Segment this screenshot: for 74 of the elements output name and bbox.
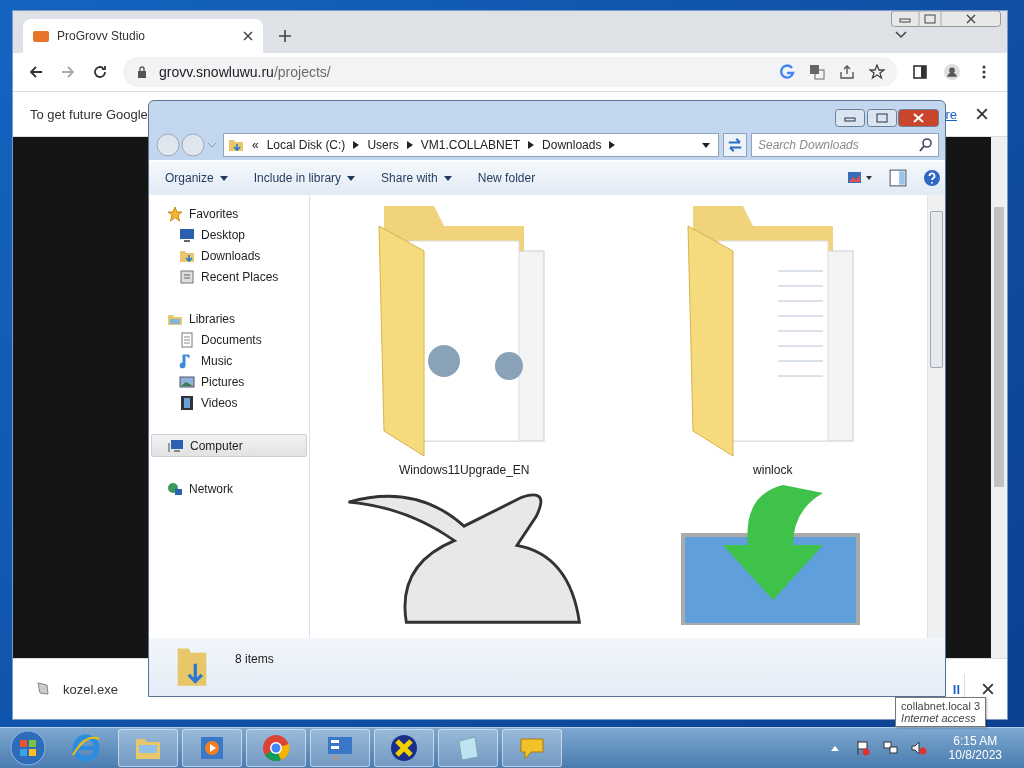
nav-item[interactable]: Libraries <box>151 308 309 329</box>
desktop-icon <box>179 226 195 243</box>
nav-item[interactable]: Recent Places <box>151 266 309 287</box>
view-options-icon[interactable] <box>847 170 873 186</box>
network-icon <box>167 480 183 497</box>
download-file-name[interactable]: kozel.exe <box>63 681 118 697</box>
close-icon[interactable] <box>243 31 253 41</box>
film-icon <box>179 394 195 411</box>
search-field[interactable]: Search Downloads <box>751 133 939 157</box>
speaker-muted-icon[interactable] <box>910 740 927 756</box>
info-link[interactable]: re <box>945 106 957 122</box>
control-panel-icon[interactable] <box>310 729 370 767</box>
nav-item[interactable]: Computer <box>151 434 307 457</box>
media-player-icon[interactable] <box>182 729 242 767</box>
search-icon <box>918 137 934 153</box>
picture-icon <box>179 373 195 390</box>
caret-icon <box>347 176 356 182</box>
toolbar-button[interactable]: New folder <box>471 167 542 189</box>
flag-icon[interactable] <box>854 740 871 756</box>
toolbar-button[interactable]: Share with <box>375 167 458 189</box>
x-icon[interactable] <box>374 729 434 767</box>
lock-icon <box>137 66 147 78</box>
window-controls[interactable] <box>835 109 939 127</box>
breadcrumb[interactable]: « <box>252 138 259 152</box>
toolbar-button[interactable]: Organize <box>159 167 234 189</box>
browser-tab[interactable]: ProGrovv Studio <box>23 19 263 53</box>
chrome-icon[interactable] <box>246 729 306 767</box>
folder-icon <box>228 137 244 153</box>
recent-places-icon <box>179 268 195 285</box>
breadcrumb[interactable]: VM1.COLLABNET <box>420 138 521 152</box>
file-name[interactable]: Windows11Upgrade_EN <box>399 463 530 477</box>
scrollbar[interactable] <box>927 195 945 638</box>
nav-item[interactable]: Videos <box>151 392 309 413</box>
address-bar[interactable]: « Local Disk (C:) Users VM1.COLLABNET Downloads <box>223 133 719 157</box>
nav-item[interactable]: Pictures <box>151 371 309 392</box>
breadcrumb-arrow-icon[interactable] <box>609 141 616 149</box>
file-icon <box>35 681 51 697</box>
preview-pane-icon[interactable] <box>889 169 907 187</box>
nav-item[interactable]: Music <box>151 350 309 371</box>
site-logo-icon <box>33 30 49 42</box>
network-icon[interactable] <box>882 740 899 756</box>
scrollbar[interactable] <box>991 137 1007 658</box>
url-text: grovv.snowluwu.ru/projects/ <box>159 64 331 80</box>
breadcrumb[interactable]: Downloads <box>542 138 602 152</box>
nav-item[interactable]: Documents <box>151 329 309 350</box>
address-bar[interactable]: grovv.snowluwu.ru/projects/ <box>123 57 897 87</box>
clock-time: 6:15 AM <box>953 734 998 748</box>
breadcrumb-arrow-icon[interactable] <box>406 141 413 149</box>
toolbar-button[interactable]: Include in library <box>247 167 362 189</box>
item-count: 8 items <box>235 652 274 666</box>
breadcrumb[interactable]: Local Disk (C:) <box>266 138 346 152</box>
show-hidden-icons-icon[interactable] <box>830 745 839 751</box>
start-button[interactable] <box>10 730 46 766</box>
refresh-icon[interactable] <box>723 133 747 157</box>
caret-icon <box>219 176 228 182</box>
computer-icon <box>168 437 184 454</box>
clock-date: 10/8/2023 <box>948 748 1002 762</box>
nav-item[interactable]: Favorites <box>151 203 309 224</box>
info-message: To get future Google <box>30 106 148 122</box>
help-icon[interactable] <box>923 169 941 187</box>
star-icon <box>167 205 183 222</box>
nav-item[interactable]: Network <box>151 478 309 499</box>
tab-title: ProGrovv Studio <box>57 29 147 43</box>
nav-item[interactable]: Downloads <box>151 245 309 266</box>
file-name[interactable]: winlock <box>753 463 793 477</box>
document-icon <box>179 331 195 348</box>
nav-item[interactable]: Desktop <box>151 224 309 245</box>
breadcrumb-arrow-icon[interactable] <box>528 141 535 149</box>
tooltip-text: Internet access <box>901 712 977 724</box>
breadcrumb-arrow-icon[interactable] <box>353 141 360 149</box>
chevron-down-icon[interactable] <box>895 31 907 39</box>
breadcrumb[interactable]: Users <box>367 138 399 152</box>
new-tab-icon[interactable] <box>279 30 291 42</box>
caret-icon <box>443 176 452 182</box>
